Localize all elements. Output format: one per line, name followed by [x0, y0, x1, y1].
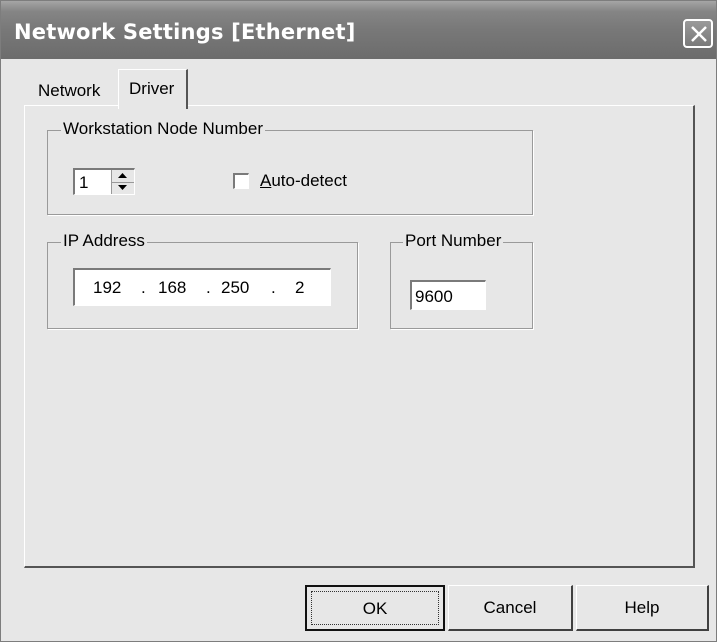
ip-address-input[interactable]: 192 . 168 . 250 . 2: [73, 268, 331, 306]
ip-dot-3: .: [271, 278, 276, 297]
network-settings-dialog: Network Settings [Ethernet] Network Driv…: [0, 0, 717, 642]
cancel-button[interactable]: Cancel: [448, 585, 573, 631]
ip-octet-4[interactable]: 2: [295, 278, 304, 298]
auto-detect-label[interactable]: Auto-detect: [260, 171, 347, 191]
spinner-buttons: [111, 170, 134, 194]
ip-address-group-label: IP Address: [61, 231, 147, 251]
ip-octet-2[interactable]: 168: [158, 278, 186, 298]
auto-detect-label-rest: uto-detect: [271, 171, 347, 190]
node-number-value: 1: [79, 173, 89, 192]
window-title: Network Settings [Ethernet]: [14, 20, 356, 44]
port-number-group-label: Port Number: [403, 231, 504, 251]
ip-dot-2: .: [206, 278, 211, 297]
help-button[interactable]: Help: [576, 585, 709, 631]
ok-button[interactable]: OK: [305, 585, 445, 631]
close-button[interactable]: [683, 19, 713, 48]
spinner-down-button[interactable]: [112, 182, 134, 194]
auto-detect-accelerator: A: [260, 171, 272, 190]
arrow-down-icon: [118, 185, 127, 190]
ip-octet-3[interactable]: 250: [221, 278, 249, 298]
node-number-spinner[interactable]: 1: [73, 168, 135, 195]
ip-dot-1: .: [141, 278, 146, 297]
port-number-value: 9600: [415, 287, 453, 306]
tab-driver[interactable]: Driver: [118, 69, 189, 109]
auto-detect-checkbox[interactable]: [233, 173, 249, 189]
ip-octet-1[interactable]: 192: [93, 278, 121, 298]
arrow-up-icon: [118, 173, 127, 178]
ok-button-label: OK: [362, 599, 388, 618]
title-bar[interactable]: Network Settings [Ethernet]: [1, 1, 716, 59]
port-number-input[interactable]: 9600: [410, 280, 486, 310]
tab-network[interactable]: Network: [31, 77, 108, 107]
node-number-group-label: Workstation Node Number: [61, 119, 265, 139]
close-icon: [691, 26, 707, 42]
